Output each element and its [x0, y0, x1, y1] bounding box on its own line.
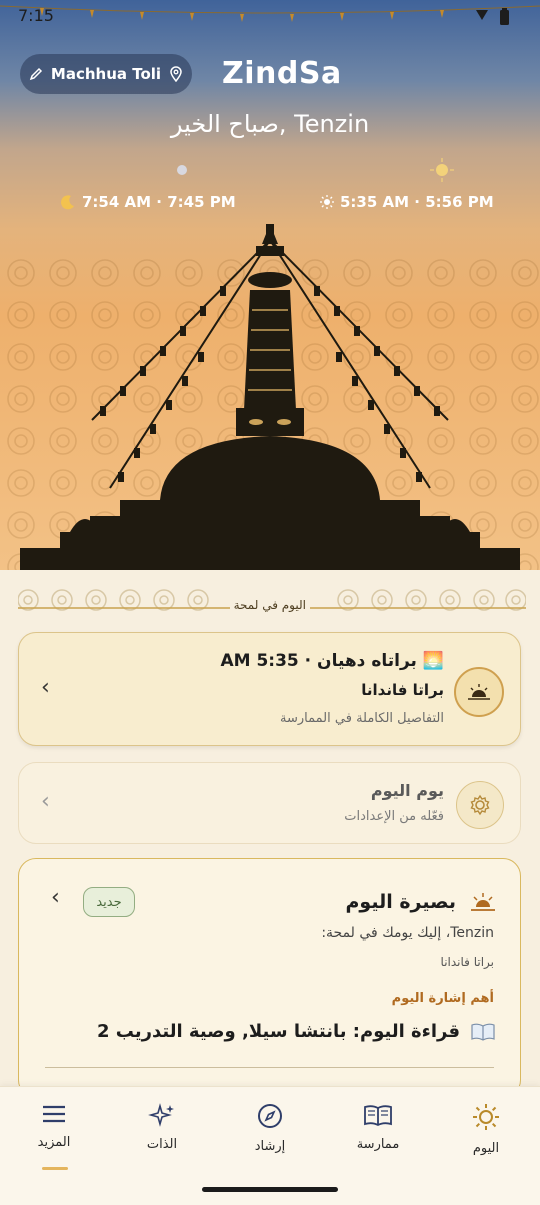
chevron-left-icon[interactable]: ‹ — [51, 885, 60, 910]
insight-title: بصيرة اليوم — [345, 891, 456, 913]
moon-icon — [61, 195, 74, 210]
tab-more-label: المزيد — [37, 1135, 71, 1150]
tab-practice-label: ممارسة — [356, 1137, 400, 1152]
sun-icon — [473, 1104, 499, 1130]
day-badge — [456, 781, 504, 829]
insight-separator — [45, 1067, 494, 1068]
chevron-left-icon[interactable]: ‹ — [41, 675, 50, 700]
day-detail: فعّله من الإعدادات — [344, 809, 444, 824]
open-book-icon — [471, 1023, 495, 1041]
new-badge: جديد — [83, 887, 135, 917]
book-icon — [364, 1105, 392, 1127]
tab-self[interactable]: الذات — [122, 1103, 202, 1152]
tab-guidance[interactable]: إرشاد — [230, 1103, 310, 1154]
highlight-label: أهم إشارة اليوم — [391, 991, 494, 1006]
pencil-icon — [29, 67, 42, 81]
battery-icon — [476, 8, 509, 25]
practice-card[interactable]: 🌅 براتاه دهيان · 5:35 AM براتا فاندانا ا… — [18, 632, 521, 746]
sunrise-icon — [471, 893, 495, 911]
insight-item: براتا فاندانا — [440, 955, 494, 969]
reading-text: قراءة اليوم: بانتشا سيلا, وصية التدريب 2 — [96, 1021, 460, 1042]
tab-practice[interactable]: ممارسة — [338, 1103, 418, 1152]
tab-today[interactable]: اليوم — [446, 1103, 526, 1156]
hero-banner: 7:15 Machhua Toli ZindSa صباح الخير, Ten… — [0, 0, 540, 575]
status-time: 7:15 — [18, 6, 54, 25]
chevron-left-icon[interactable]: ‹ — [41, 789, 50, 814]
reading-row: قراءة اليوم: بانتشا سيلا, وصية التدريب 2 — [97, 1021, 496, 1042]
tab-more[interactable]: المزيد — [14, 1103, 94, 1150]
tab-self-label: الذات — [146, 1137, 178, 1152]
compass-icon — [258, 1104, 282, 1128]
moon-times: 7:54 AM · 7:45 PM — [60, 193, 236, 211]
tab-guidance-label: إرشاد — [254, 1139, 286, 1154]
practice-badge — [454, 667, 504, 717]
practice-detail: التفاصيل الكاملة في الممارسة — [280, 711, 444, 726]
sun-icon — [320, 195, 334, 209]
location-pin-icon — [170, 66, 182, 82]
home-indicator[interactable] — [202, 1187, 338, 1192]
sun-times-text: 5:35 AM · 5:56 PM — [340, 193, 494, 211]
location-label: Machhua Toli — [50, 65, 162, 83]
practice-title: 🌅 براتاه دهيان · 5:35 AM — [220, 651, 444, 671]
status-bar: 7:15 — [18, 4, 522, 28]
practice-subtitle: براتا فاندانا — [361, 681, 444, 699]
tab-indicator — [42, 1167, 68, 1170]
sun-times: 5:35 AM · 5:56 PM — [320, 193, 494, 211]
location-chip[interactable]: Machhua Toli — [20, 54, 192, 94]
sunrise-icon — [468, 684, 490, 700]
bottom-tab-bar: المزيد الذات إرشاد ممارسة اليوم — [0, 1086, 540, 1177]
glance-label: اليوم في لمحة — [229, 598, 310, 612]
app-brand: ZindSa — [222, 56, 342, 91]
sky-ornaments — [177, 158, 454, 182]
stupa-illustration — [20, 224, 520, 570]
sparkles-icon — [148, 1103, 174, 1127]
insight-intro: Tenzin، إليك يومك في لمحة: — [321, 925, 494, 941]
moon-times-text: 7:54 AM · 7:45 PM — [82, 193, 236, 211]
gear-icon — [470, 794, 490, 816]
menu-icon — [43, 1105, 65, 1123]
day-card[interactable]: يوم اليوم فعّله من الإعدادات ‹ — [18, 762, 521, 844]
insight-card[interactable]: جديد ‹ بصيرة اليوم Tenzin، إليك يومك في … — [18, 858, 521, 1098]
tab-today-label: اليوم — [472, 1141, 500, 1156]
greeting: صباح الخير, Tenzin — [170, 110, 370, 138]
day-title: يوم اليوم — [370, 781, 444, 800]
